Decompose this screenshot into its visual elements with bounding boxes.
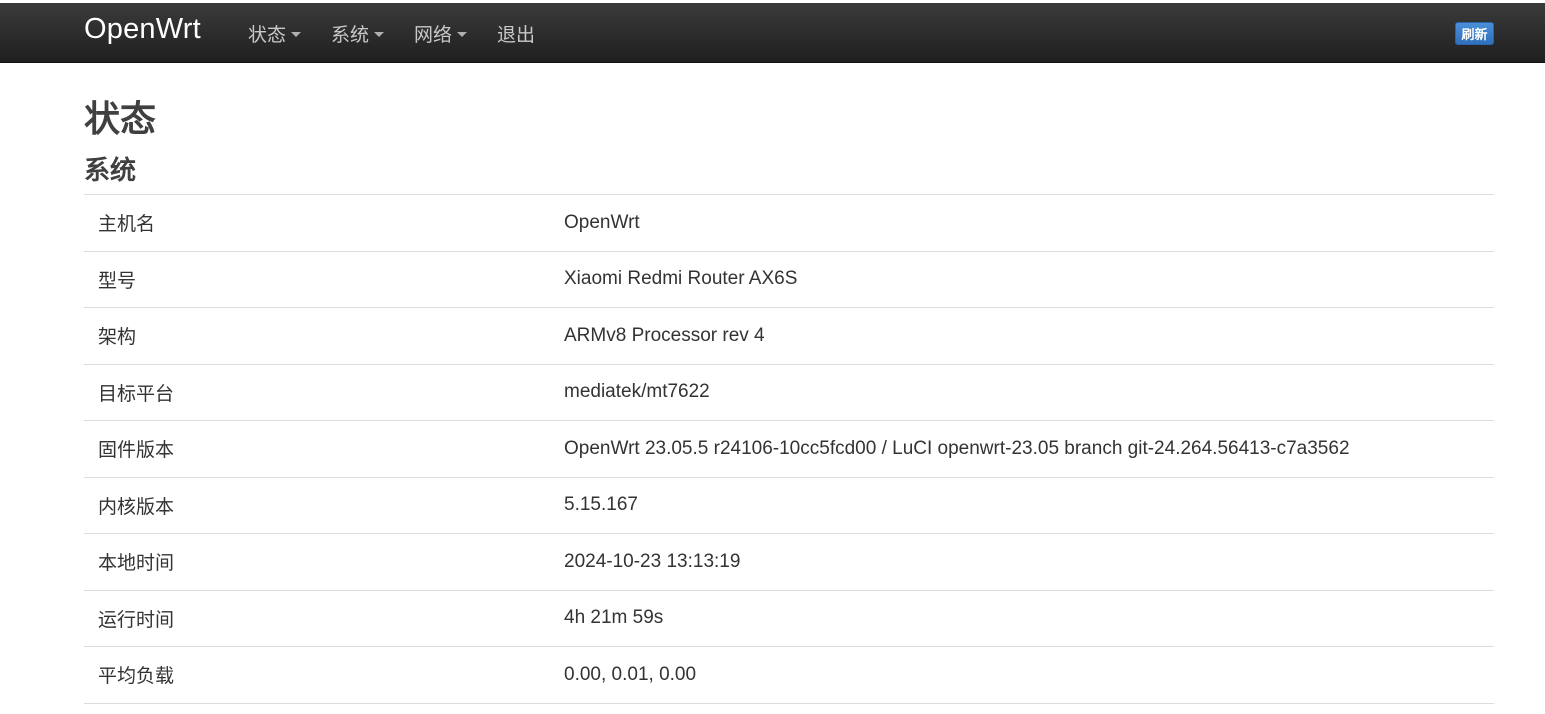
row-label: 架构 bbox=[98, 327, 137, 349]
system-info-table: 主机名 OpenWrt 型号 Xiaomi Redmi Router AX6S … bbox=[84, 194, 1494, 704]
table-row: 平均负载 0.00, 0.01, 0.00 bbox=[84, 647, 1494, 704]
row-value: mediatek/mt7622 bbox=[564, 381, 710, 403]
menu-status[interactable]: 状态 bbox=[248, 20, 302, 47]
table-row: 主机名 OpenWrt bbox=[84, 195, 1494, 252]
row-label: 固件版本 bbox=[98, 440, 175, 462]
row-label: 目标平台 bbox=[98, 383, 175, 405]
row-value: 0.00, 0.01, 0.00 bbox=[564, 663, 697, 685]
caret-down-icon bbox=[457, 32, 468, 37]
refresh-button[interactable]: 刷新 bbox=[1455, 22, 1494, 45]
menu-network[interactable]: 网络 bbox=[414, 20, 468, 47]
row-value: OpenWrt 23.05.5 r24106-10cc5fcd00 / LuCI… bbox=[564, 437, 1350, 459]
row-label: 主机名 bbox=[98, 214, 156, 236]
table-row: 固件版本 OpenWrt 23.05.5 r24106-10cc5fcd00 /… bbox=[84, 421, 1494, 478]
page-title: 状态 bbox=[84, 98, 157, 139]
table-row: 架构 ARMv8 Processor rev 4 bbox=[84, 308, 1494, 365]
section-title: 系统 bbox=[84, 155, 137, 185]
menu-logout-label: 退出 bbox=[497, 25, 536, 46]
row-value: 2024-10-23 13:13:19 bbox=[564, 550, 741, 572]
menu-network-label: 网络 bbox=[414, 25, 453, 46]
row-label: 平均负载 bbox=[98, 666, 175, 688]
caret-down-icon bbox=[291, 32, 302, 37]
row-value: ARMv8 Processor rev 4 bbox=[564, 324, 765, 346]
row-value: Xiaomi Redmi Router AX6S bbox=[564, 268, 798, 290]
table-row: 本地时间 2024-10-23 13:13:19 bbox=[84, 534, 1494, 591]
menu-logout[interactable]: 退出 bbox=[497, 20, 535, 47]
row-value: OpenWrt bbox=[564, 211, 640, 233]
row-value: 5.15.167 bbox=[564, 494, 638, 516]
menu-system[interactable]: 系统 bbox=[331, 20, 385, 47]
row-label: 型号 bbox=[98, 270, 137, 292]
table-row: 运行时间 4h 21m 59s bbox=[84, 591, 1494, 647]
brand-link[interactable]: OpenWrt bbox=[84, 13, 201, 46]
menu-system-label: 系统 bbox=[331, 25, 370, 46]
row-label: 运行时间 bbox=[98, 609, 175, 631]
menu-status-label: 状态 bbox=[248, 25, 287, 46]
top-navbar: OpenWrt 状态 系统 网络 退出 刷新 bbox=[0, 3, 1545, 63]
row-label: 内核版本 bbox=[98, 496, 175, 518]
nav-menu: 状态 系统 网络 退出 bbox=[248, 20, 565, 47]
row-label: 本地时间 bbox=[98, 553, 175, 575]
table-row: 目标平台 mediatek/mt7622 bbox=[84, 365, 1494, 421]
caret-down-icon bbox=[374, 32, 385, 37]
table-row: 型号 Xiaomi Redmi Router AX6S bbox=[84, 252, 1494, 308]
table-row: 内核版本 5.15.167 bbox=[84, 478, 1494, 534]
row-value: 4h 21m 59s bbox=[564, 607, 664, 629]
